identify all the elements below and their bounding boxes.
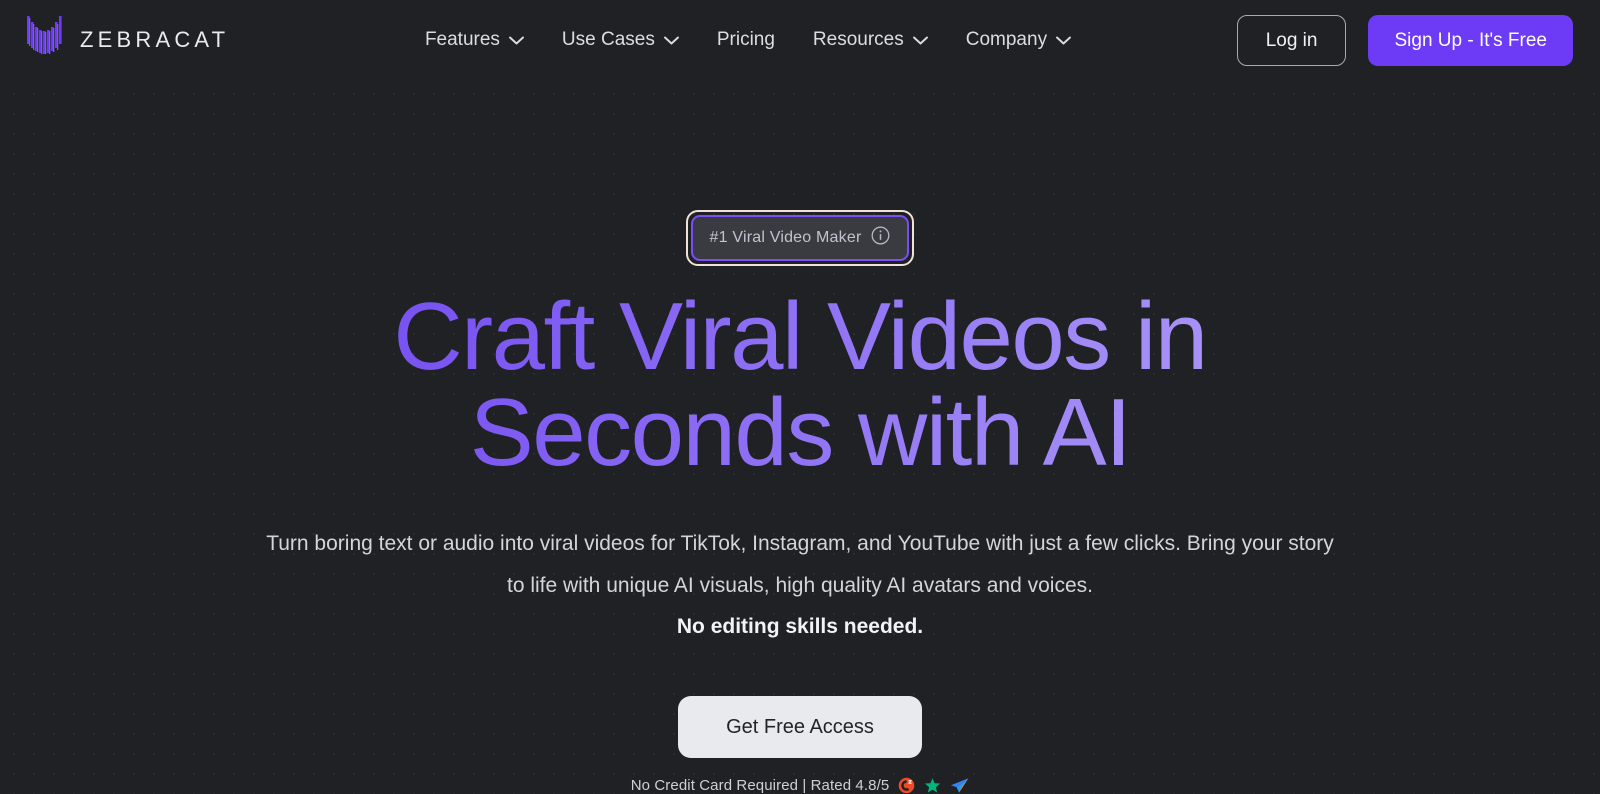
- viral-badge-focus-ring: #1 Viral Video Maker: [685, 210, 915, 266]
- capterra-plane-icon[interactable]: [950, 777, 969, 794]
- brand-name: ZEBRACAT: [80, 27, 230, 52]
- info-circle-icon[interactable]: [871, 226, 890, 250]
- nav-item-company[interactable]: Company: [965, 29, 1072, 51]
- hero-section: #1 Viral Video Maker Craft Viral Videos …: [0, 80, 1600, 794]
- chevron-down-icon: [508, 29, 524, 51]
- hero-headline: Craft Viral Videos in Seconds with AI: [0, 289, 1600, 481]
- chevron-down-icon: [1056, 29, 1072, 51]
- headline-line-2: Seconds with AI: [469, 379, 1131, 486]
- nav-label-pricing: Pricing: [716, 29, 775, 50]
- nav-label-company: Company: [965, 29, 1048, 50]
- hero-subtitle-text: Turn boring text or audio into viral vid…: [266, 532, 1334, 597]
- hero-subtitle-emphasis: No editing skills needed.: [676, 615, 924, 639]
- chevron-down-icon: [912, 29, 928, 51]
- main-navigation: Features Use Cases Pricing Resources Com…: [259, 29, 1236, 51]
- nav-label-resources: Resources: [812, 29, 904, 50]
- chevron-down-icon: [663, 29, 679, 51]
- login-button[interactable]: Log in: [1236, 14, 1347, 66]
- nav-item-pricing[interactable]: Pricing: [717, 29, 775, 51]
- zebracat-bars-logo-icon: [27, 15, 63, 65]
- signup-button[interactable]: Sign Up - It's Free: [1368, 14, 1573, 66]
- hero-cta-wrapper: Get Free Access: [0, 695, 1600, 758]
- nav-item-resources[interactable]: Resources: [813, 29, 928, 51]
- headline-line-1: Craft Viral Videos in: [393, 283, 1207, 390]
- get-free-access-button[interactable]: Get Free Access: [678, 695, 922, 758]
- brand-logo[interactable]: ZEBRACAT: [27, 15, 230, 65]
- badge-label: #1 Viral Video Maker: [709, 229, 862, 246]
- nav-label-use-cases: Use Cases: [561, 29, 655, 50]
- nav-item-features[interactable]: Features: [425, 29, 524, 51]
- trust-text: No Credit Card Required | Rated 4.8/5: [630, 776, 890, 794]
- nav-item-use-cases[interactable]: Use Cases: [562, 29, 679, 51]
- trustpilot-star-icon[interactable]: [924, 777, 941, 794]
- hero-subtitle: Turn boring text or audio into viral vid…: [255, 523, 1345, 648]
- trust-icons: [898, 777, 969, 794]
- viral-video-maker-badge[interactable]: #1 Viral Video Maker: [690, 215, 910, 261]
- trust-row: No Credit Card Required | Rated 4.8/5: [0, 777, 1600, 794]
- nav-label-features: Features: [424, 29, 500, 50]
- site-header: ZEBRACAT Features Use Cases Pricing Reso…: [0, 0, 1600, 80]
- g2-icon[interactable]: [898, 777, 915, 794]
- auth-actions: Log in Sign Up - It's Free: [1236, 14, 1573, 66]
